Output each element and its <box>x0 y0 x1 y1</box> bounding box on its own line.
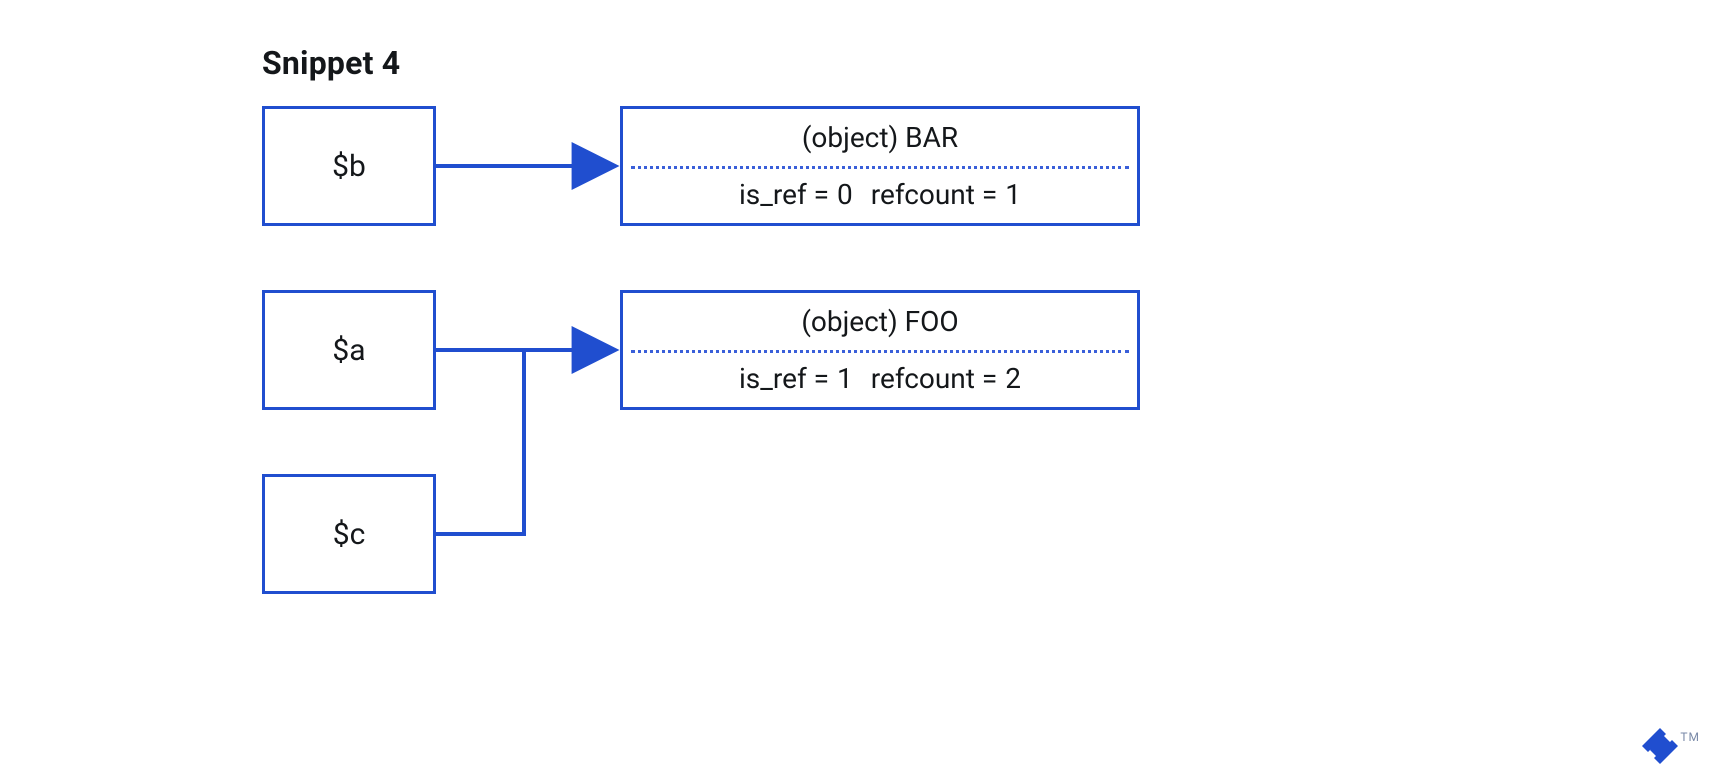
is-ref-value: 0 <box>837 178 853 211</box>
refcount-value: 1 <box>1005 178 1021 211</box>
var-box-b: $b <box>262 106 436 226</box>
zval-detail: is_ref = 1 refcount = 2 <box>623 350 1137 407</box>
var-label: $a <box>332 333 365 368</box>
zval-box-bar: (object) BAR is_ref = 0 refcount = 1 <box>620 106 1140 226</box>
arrow-c-join <box>436 350 524 534</box>
zval-box-foo: (object) FOO is_ref = 1 refcount = 2 <box>620 290 1140 410</box>
zval-header: (object) FOO <box>623 293 1137 350</box>
diagram-stage: Snippet 4 $b $a $c (object) BAR is_ref =… <box>0 0 1720 784</box>
refcount-label: refcount = <box>871 362 997 395</box>
is-ref-label: is_ref = <box>739 178 829 211</box>
snippet-title: Snippet 4 <box>262 44 400 82</box>
var-box-c: $c <box>262 474 436 594</box>
toptal-logo-icon <box>1640 726 1684 770</box>
var-box-a: $a <box>262 290 436 410</box>
zval-header: (object) BAR <box>623 109 1137 166</box>
trademark-label: TM <box>1680 730 1700 744</box>
zval-divider <box>631 166 1129 169</box>
refcount-label: refcount = <box>871 178 997 211</box>
zval-divider <box>631 350 1129 353</box>
is-ref-label: is_ref = <box>739 362 829 395</box>
is-ref-value: 1 <box>837 362 853 395</box>
var-label: $b <box>332 149 366 184</box>
refcount-value: 2 <box>1005 362 1021 395</box>
zval-detail: is_ref = 0 refcount = 1 <box>623 166 1137 223</box>
var-label: $c <box>333 517 366 552</box>
